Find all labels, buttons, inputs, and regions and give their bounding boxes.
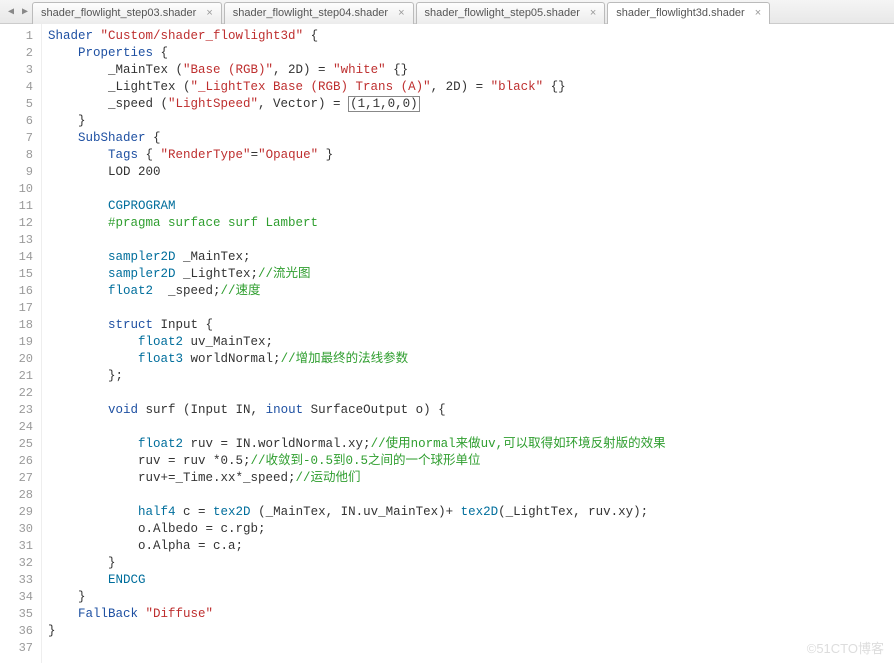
tab-label: shader_flowlight3d.shader	[616, 7, 744, 19]
tab-label: shader_flowlight_step04.shader	[233, 7, 388, 19]
tab-label: shader_flowlight_step03.shader	[41, 7, 196, 19]
close-icon[interactable]: ×	[590, 7, 596, 19]
tab-step03[interactable]: shader_flowlight_step03.shader ×	[32, 2, 222, 24]
code-area[interactable]: Shader "Custom/shader_flowlight3d" { Pro…	[42, 24, 894, 663]
tab-nav-right-icon[interactable]: ▶	[18, 5, 32, 19]
tab-flowlight3d[interactable]: shader_flowlight3d.shader ×	[607, 2, 770, 24]
close-icon[interactable]: ×	[206, 7, 212, 19]
tab-step04[interactable]: shader_flowlight_step04.shader ×	[224, 2, 414, 24]
tab-bar: ◀ ▶ shader_flowlight_step03.shader × shad…	[0, 0, 894, 24]
tab-label: shader_flowlight_step05.shader	[425, 7, 580, 19]
tab-nav-left-icon[interactable]: ◀	[4, 5, 18, 19]
code-editor[interactable]: 1 2 3 4 5 6 7 8 9 10 11 12 13 14 15 16 1…	[0, 24, 894, 663]
tab-step05[interactable]: shader_flowlight_step05.shader ×	[416, 2, 606, 24]
line-gutter: 1 2 3 4 5 6 7 8 9 10 11 12 13 14 15 16 1…	[0, 24, 42, 663]
watermark: ©51CTO博客	[807, 638, 884, 657]
close-icon[interactable]: ×	[398, 7, 404, 19]
close-icon[interactable]: ×	[755, 7, 761, 19]
